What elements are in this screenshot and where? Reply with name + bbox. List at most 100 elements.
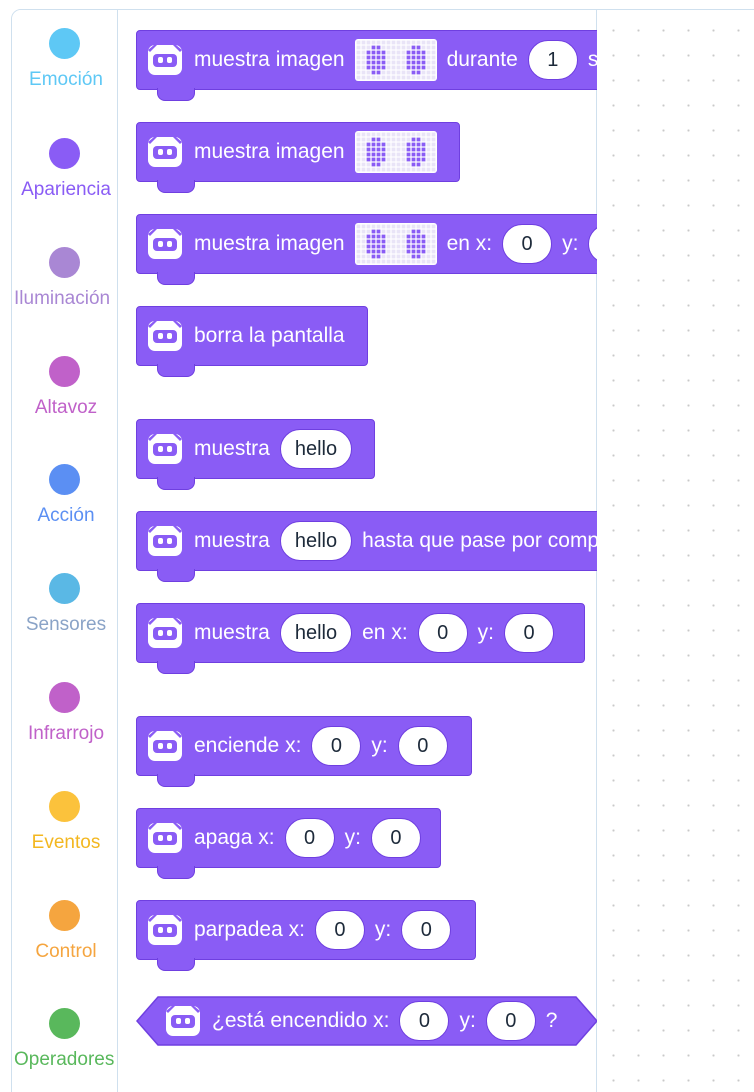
- block-toggle-pixel[interactable]: parpadea x: 0 y: 0: [136, 900, 476, 971]
- led-pixel: [391, 75, 395, 80]
- led-pixel: [431, 244, 435, 249]
- block-is-pixel-on[interactable]: ¿está encendido x: 0 y: 0 ?: [136, 996, 598, 1046]
- category-apariencia[interactable]: Apariencia: [12, 120, 117, 220]
- block-show-image-for-seconds[interactable]: muestra imagen durante 1 seg: [136, 30, 657, 101]
- category-altavoz[interactable]: Altavoz: [12, 338, 117, 438]
- text-input[interactable]: hello: [279, 429, 353, 469]
- led-pixel: [361, 224, 365, 229]
- led-pixel: [366, 40, 370, 45]
- category-iluminacion[interactable]: Iluminación: [12, 229, 117, 329]
- category-label: Apariencia: [21, 179, 111, 200]
- led-pixel: [386, 40, 390, 45]
- led-pixel: [406, 137, 410, 142]
- category-eventos[interactable]: Eventos: [12, 773, 117, 873]
- block-clear-screen[interactable]: borra la pantalla: [136, 306, 368, 377]
- led-pixel: [431, 249, 435, 254]
- y-input[interactable]: 0: [397, 726, 448, 766]
- block-show-image-at-xy[interactable]: muestra imagen en x: 0 y: 0: [136, 214, 670, 285]
- led-pixel: [401, 157, 405, 162]
- category-infrarrojo[interactable]: Infrarrojo: [12, 664, 117, 764]
- led-pixel: [391, 142, 395, 147]
- script-workspace[interactable]: [597, 10, 754, 1092]
- block-text: muestra: [194, 437, 270, 460]
- led-pixel: [381, 65, 385, 70]
- led-pixel: [431, 75, 435, 80]
- x-input[interactable]: 0: [417, 613, 468, 653]
- category-operadores[interactable]: Operadores: [12, 990, 117, 1090]
- x-input[interactable]: 0: [284, 818, 335, 858]
- led-pixel: [421, 249, 425, 254]
- led-pixel: [381, 45, 385, 50]
- block-turn-on-pixel[interactable]: enciende x: 0 y: 0: [136, 716, 472, 787]
- seconds-input[interactable]: 1: [527, 40, 578, 80]
- led-pixel: [366, 142, 370, 147]
- led-pixel: [391, 157, 395, 162]
- led-pixel: [366, 254, 370, 259]
- block-show-text-at-xy[interactable]: muestra hello en x: 0 y: 0: [136, 603, 585, 674]
- led-pixel: [411, 152, 415, 157]
- led-matrix-icon[interactable]: [354, 39, 437, 81]
- led-pixel: [376, 162, 380, 167]
- led-pixel: [421, 132, 425, 137]
- led-pixel: [416, 50, 420, 55]
- block-text: y:: [371, 734, 388, 757]
- led-pixel: [426, 60, 430, 65]
- led-pixel: [386, 137, 390, 142]
- led-pixel: [421, 142, 425, 147]
- text-input[interactable]: hello: [279, 613, 353, 653]
- category-dot-icon: [49, 682, 80, 713]
- led-pixel: [396, 259, 400, 264]
- led-pixel: [391, 152, 395, 157]
- led-pixel: [391, 259, 395, 264]
- y-input[interactable]: 0: [401, 910, 452, 950]
- category-control[interactable]: Control: [12, 882, 117, 982]
- category-label: Iluminación: [14, 288, 111, 309]
- led-pixel: [376, 244, 380, 249]
- y-input[interactable]: 0: [485, 1001, 536, 1041]
- category-dot-icon: [49, 900, 80, 931]
- category-emocion[interactable]: Emoción: [12, 10, 117, 110]
- led-pixel: [371, 50, 375, 55]
- x-input[interactable]: 0: [314, 910, 365, 950]
- block-text: enciende x:: [194, 734, 302, 757]
- led-pixel: [371, 224, 375, 229]
- led-pixel: [406, 254, 410, 259]
- x-input[interactable]: 0: [502, 224, 553, 264]
- category-label: Emoción: [29, 69, 103, 90]
- x-input[interactable]: 0: [399, 1001, 450, 1041]
- led-pixel: [361, 70, 365, 75]
- led-pixel: [356, 65, 360, 70]
- block-text: ¿está encendido x:: [212, 1009, 390, 1032]
- category-sensores[interactable]: Sensores: [12, 555, 117, 655]
- x-input[interactable]: 0: [311, 726, 362, 766]
- block-show-text[interactable]: muestra hello: [136, 419, 375, 490]
- led-pixel: [386, 75, 390, 80]
- led-pixel: [366, 45, 370, 50]
- led-matrix-icon[interactable]: [354, 223, 437, 265]
- y-input[interactable]: 0: [504, 613, 554, 653]
- block-show-image[interactable]: muestra imagen: [136, 122, 460, 193]
- y-input[interactable]: 0: [370, 818, 421, 858]
- led-pixel: [426, 157, 430, 162]
- led-pixel: [396, 60, 400, 65]
- led-pixel: [396, 229, 400, 234]
- editor-frame: Emoción Apariencia Iluminación Altavoz A…: [11, 9, 754, 1092]
- led-pixel: [401, 249, 405, 254]
- led-pixel: [371, 132, 375, 137]
- led-pixel: [356, 60, 360, 65]
- text-input[interactable]: hello: [279, 521, 353, 561]
- led-pixel: [401, 40, 405, 45]
- led-pixel: [371, 234, 375, 239]
- led-pixel: [356, 229, 360, 234]
- block-text: borra la pantalla: [194, 324, 345, 347]
- led-matrix-icon[interactable]: [354, 131, 437, 173]
- category-accion[interactable]: Acción: [12, 446, 117, 546]
- led-pixel: [361, 132, 365, 137]
- led-pixel: [356, 162, 360, 167]
- block-turn-off-pixel[interactable]: apaga x: 0 y: 0: [136, 808, 441, 879]
- led-pixel: [391, 162, 395, 167]
- led-pixel: [391, 224, 395, 229]
- led-pixel: [381, 167, 385, 172]
- led-pixel: [401, 152, 405, 157]
- led-pixel: [406, 142, 410, 147]
